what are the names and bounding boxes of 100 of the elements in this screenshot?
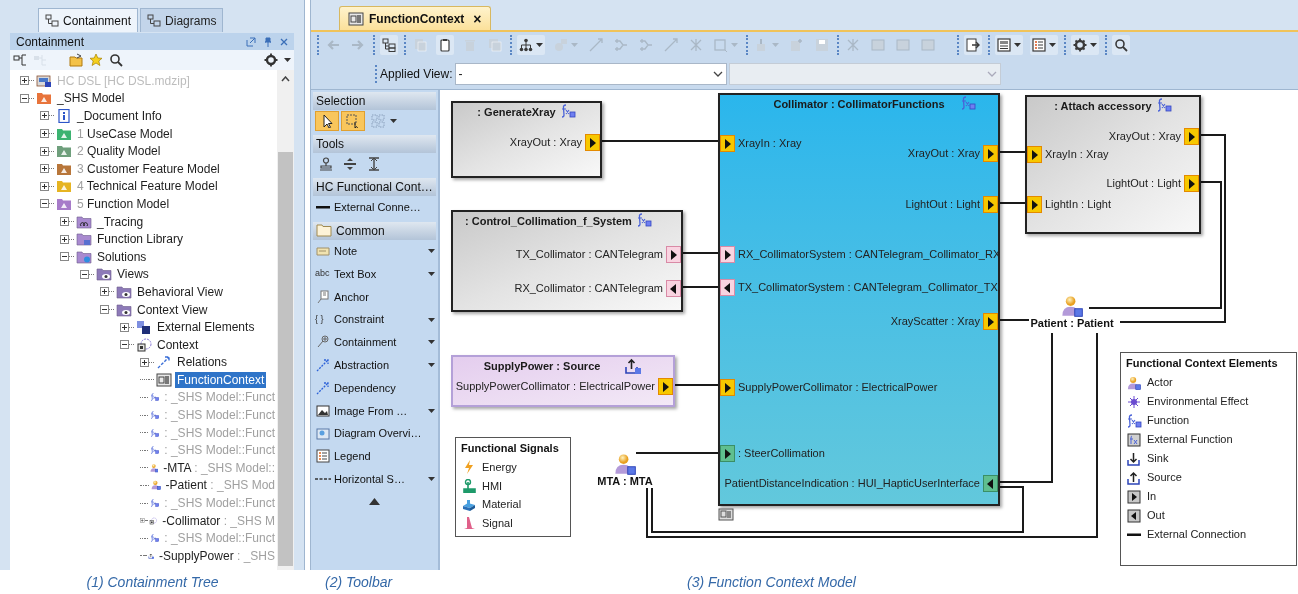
tree-item[interactable]: 1 UseCase Model [75, 125, 175, 142]
tree-item[interactable]: 2 Quality Model [75, 143, 163, 160]
tree-item[interactable]: Context [155, 336, 201, 353]
tree-item[interactable]: External Elements [155, 319, 257, 336]
palette-item[interactable]: Image From … [334, 402, 425, 419]
tree-item[interactable]: Behavioral View [135, 283, 225, 300]
collapse-icon[interactable] [20, 93, 29, 103]
palette-section-header[interactable]: Tools [313, 135, 436, 153]
palette-item[interactable]: Note [334, 242, 425, 260]
toolbar-button[interactable] [1030, 35, 1058, 55]
palette-item[interactable]: Containment [334, 334, 425, 351]
expand-icon[interactable] [60, 217, 69, 227]
palette-item[interactable]: Constraint [334, 311, 425, 328]
palette-item[interactable]: Dependency [334, 379, 435, 397]
palette-item[interactable]: Diagram Overvi… [334, 425, 435, 442]
function-icon [960, 96, 976, 110]
search-icon[interactable] [109, 53, 123, 67]
gear-icon[interactable] [264, 53, 278, 67]
block-icon [462, 497, 476, 512]
toolbar-button[interactable] [964, 35, 982, 55]
palette-tool[interactable] [315, 111, 339, 131]
expand-icon[interactable] [40, 129, 49, 139]
field-label: Applied View: [375, 64, 453, 83]
palette-section-header[interactable]: Selection [313, 92, 436, 110]
tree-item[interactable]: 4 Technical Feature Model [75, 178, 220, 195]
palette-glyph: { } [315, 312, 325, 326]
collapse-icon[interactable] [40, 199, 49, 209]
layout-icon [997, 38, 1011, 52]
tree-item[interactable]: _SHS Model [55, 90, 127, 107]
panel-tab[interactable]: Containment [38, 8, 139, 32]
toolbar-button[interactable] [436, 35, 454, 55]
triangle-right-icon [724, 382, 731, 393]
tree-item[interactable]: Context View [135, 301, 210, 318]
close-icon[interactable] [280, 37, 288, 46]
expand-icon[interactable] [60, 234, 69, 244]
palette-item[interactable]: Legend [334, 448, 435, 465]
collapse-icon[interactable] [100, 305, 109, 314]
pin-icon[interactable] [264, 36, 272, 47]
collapse-icon[interactable] [120, 340, 129, 350]
upload-icon [1127, 470, 1141, 485]
triangle-right-icon [1188, 178, 1195, 189]
caret-icon [536, 43, 543, 47]
palette-item[interactable]: Anchor [334, 288, 435, 306]
restore-icon[interactable] [246, 36, 256, 47]
tree-item[interactable]: Solutions [95, 248, 149, 265]
collapse-icon[interactable] [60, 252, 69, 262]
port-label: RX_Collimator : CANTelegram [514, 282, 663, 295]
tree-item[interactable]: FunctionContext [175, 371, 267, 388]
expand-icon[interactable] [40, 164, 49, 174]
palette-section-header[interactable]: HC Functional Cont… [313, 178, 436, 196]
tree-item[interactable]: Views [115, 266, 151, 283]
expand-icon[interactable] [40, 111, 49, 121]
cross-icon [689, 38, 703, 52]
tree-item[interactable]: Relations [175, 354, 230, 371]
toolbar-button[interactable] [995, 35, 1023, 55]
close-button[interactable]: × [473, 11, 482, 26]
star-icon[interactable] [89, 53, 103, 67]
anchor-icon [315, 289, 331, 304]
tree-item[interactable]: -SupplyPower : _SHS [156, 547, 277, 564]
scrollbar-thumb[interactable] [278, 152, 293, 566]
expand-icon[interactable] [40, 146, 49, 156]
palette-item[interactable]: Abstraction [334, 356, 425, 374]
expand-icon[interactable] [120, 322, 129, 332]
view-dropdown[interactable]: - [454, 62, 727, 85]
tree-item[interactable]: 5 Function Model [75, 195, 172, 212]
toolbar-button[interactable] [1112, 35, 1130, 55]
collapse-icon[interactable] [80, 269, 89, 279]
palette-item[interactable]: External Conne… [334, 199, 435, 216]
expand-icon[interactable] [140, 357, 149, 367]
tree-item[interactable]: -Collimator : _SHS M [160, 512, 277, 529]
function-icon [635, 213, 652, 227]
tree-item[interactable]: Function Library [95, 231, 186, 248]
person-icon [1127, 375, 1141, 390]
triangle-right-icon [1188, 131, 1195, 142]
tree-item[interactable]: -MTA : _SHS Model:: [161, 459, 277, 476]
caret-icon [1090, 43, 1097, 47]
tree-item[interactable]: -Patient : _SHS Mod [163, 477, 277, 494]
palette-item[interactable]: Horizontal S… [334, 470, 425, 488]
tree-item[interactable]: _Document Info [75, 108, 164, 124]
expand-icon[interactable] [40, 181, 49, 191]
toolbar-button[interactable] [380, 35, 398, 55]
tree-item[interactable]: 3 Customer Feature Model [75, 160, 222, 177]
scroll-up-icon[interactable] [281, 76, 290, 82]
folder-icon[interactable] [69, 53, 83, 67]
figure-caption: (2) Toolbar [325, 573, 393, 590]
tree-item[interactable]: _Tracing [95, 213, 146, 230]
fork-icon [614, 38, 628, 52]
scroll-up-icon[interactable] [369, 497, 380, 505]
abstraction-icon [315, 358, 331, 373]
editor-tab[interactable]: FunctionContext × [339, 6, 491, 30]
toolbar-button[interactable] [517, 35, 545, 55]
legend-label: Sink [1147, 451, 1169, 467]
toolbar-button[interactable] [1071, 35, 1099, 55]
palette-item[interactable]: Text Box [334, 265, 425, 283]
expand-icon[interactable] [20, 76, 29, 86]
expand-icon[interactable] [100, 287, 109, 297]
panel-tab[interactable]: Diagrams [140, 8, 224, 32]
palette-section-header[interactable]: Common [313, 221, 436, 240]
collapse-tree-icon[interactable] [13, 53, 27, 67]
triangle-right-icon [724, 448, 731, 459]
